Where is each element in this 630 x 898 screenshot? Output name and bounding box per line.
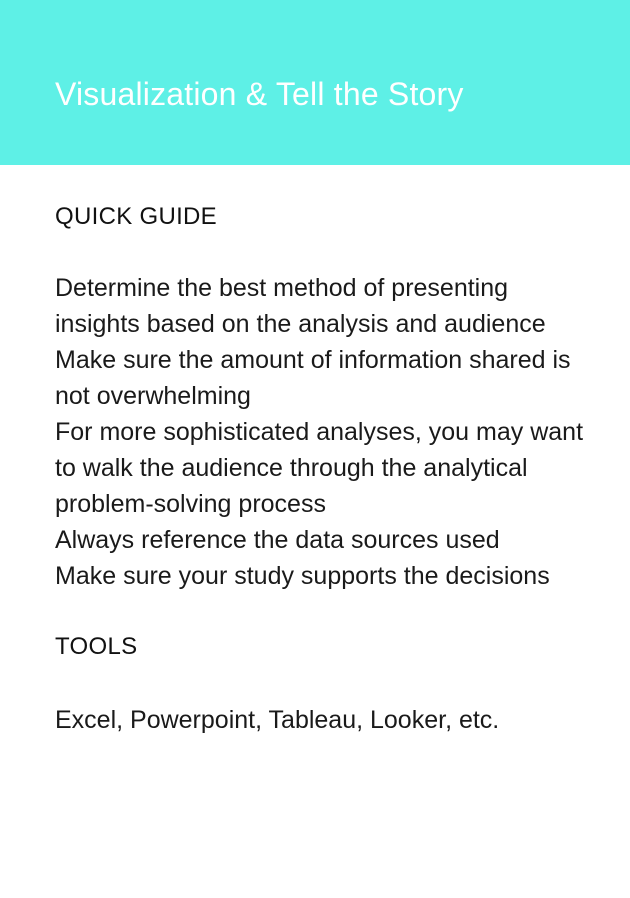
page-title: Visualization & Tell the Story (55, 76, 464, 112)
guide-item: Always reference the data sources used (55, 526, 500, 554)
guide-item: Determine the best method of presenting … (55, 274, 546, 338)
guide-item: For more sophisticated analyses, you may… (55, 418, 584, 518)
header-banner: Visualization & Tell the Story (0, 0, 630, 165)
tools-list-text: Excel, Powerpoint, Tableau, Looker, etc. (55, 706, 500, 734)
quick-guide-list: Determine the best method of presenting … (55, 270, 595, 594)
quick-guide-heading: QUICK GUIDE (55, 203, 217, 230)
guide-item: Make sure your study supports the decisi… (55, 562, 550, 590)
guide-item: Make sure the amount of information shar… (55, 346, 571, 410)
tools-heading: TOOLS (55, 633, 138, 660)
content-area: QUICK GUIDE Determine the best method of… (55, 200, 595, 738)
